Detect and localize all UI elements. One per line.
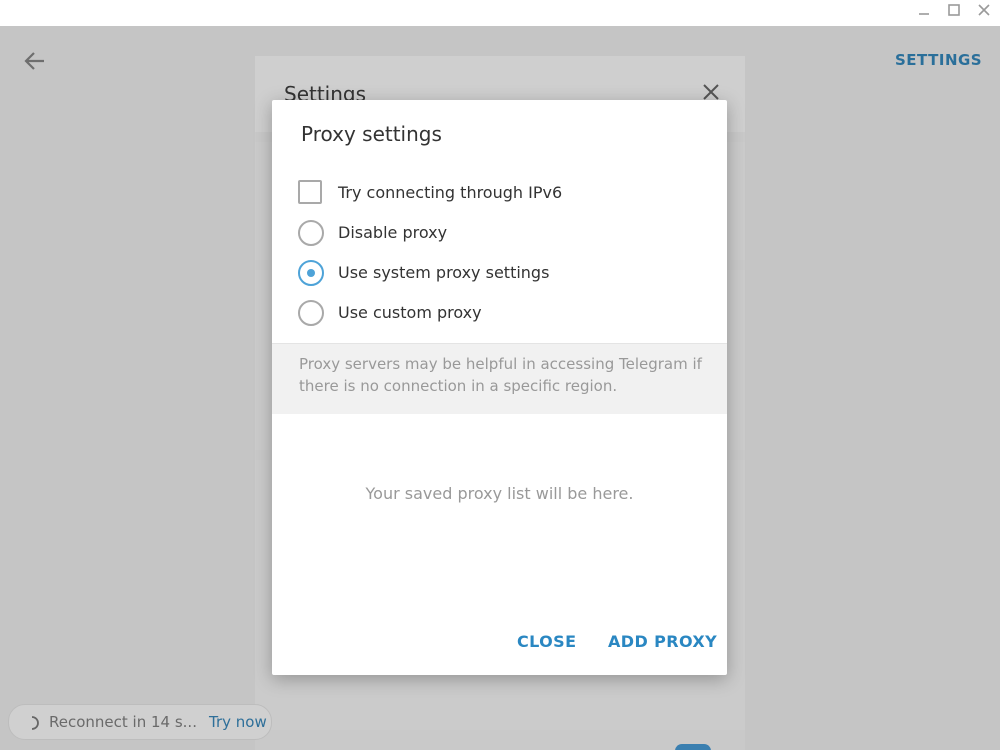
settings-link[interactable]: SETTINGS <box>895 51 982 69</box>
maximize-icon[interactable] <box>944 3 964 23</box>
window-titlebar <box>0 0 1000 27</box>
reconnect-text: Reconnect in 14 s... <box>49 713 197 731</box>
radio-dot <box>307 269 315 277</box>
arrow-left-icon[interactable] <box>22 50 48 72</box>
ipv6-checkbox[interactable] <box>298 180 322 204</box>
proxy-info-text: Proxy servers may be helpful in accessin… <box>299 355 702 395</box>
try-now-link[interactable]: Try now <box>209 713 267 731</box>
radio-button[interactable] <box>298 300 324 326</box>
radio-custom-proxy[interactable]: Use custom proxy <box>298 300 698 328</box>
toggle-switch[interactable] <box>675 744 711 750</box>
radio-system-proxy[interactable]: Use system proxy settings <box>298 260 698 288</box>
minimize-icon[interactable] <box>914 3 934 23</box>
radio-label: Use system proxy settings <box>338 263 550 282</box>
ipv6-checkbox-label: Try connecting through IPv6 <box>338 183 563 202</box>
add-proxy-button[interactable]: ADD PROXY <box>608 632 717 651</box>
radio-disable-proxy[interactable]: Disable proxy <box>298 220 698 248</box>
proxy-settings-dialog: Proxy settings Try connecting through IP… <box>272 100 727 675</box>
reconnect-chip: Reconnect in 14 s... Try now <box>8 704 272 740</box>
info-band: Proxy servers may be helpful in accessin… <box>272 343 727 414</box>
close-button[interactable]: CLOSE <box>517 632 576 651</box>
radio-button-selected[interactable] <box>298 260 324 286</box>
close-icon[interactable] <box>974 3 994 23</box>
close-icon[interactable] <box>701 82 721 102</box>
empty-proxy-list-text: Your saved proxy list will be here. <box>365 484 634 503</box>
spinner-icon <box>25 715 39 730</box>
radio-button[interactable] <box>298 220 324 246</box>
dialog-title: Proxy settings <box>301 122 442 146</box>
radio-label: Disable proxy <box>338 223 448 242</box>
ipv6-checkbox-row[interactable]: Try connecting through IPv6 <box>298 180 698 208</box>
radio-label: Use custom proxy <box>338 303 482 322</box>
